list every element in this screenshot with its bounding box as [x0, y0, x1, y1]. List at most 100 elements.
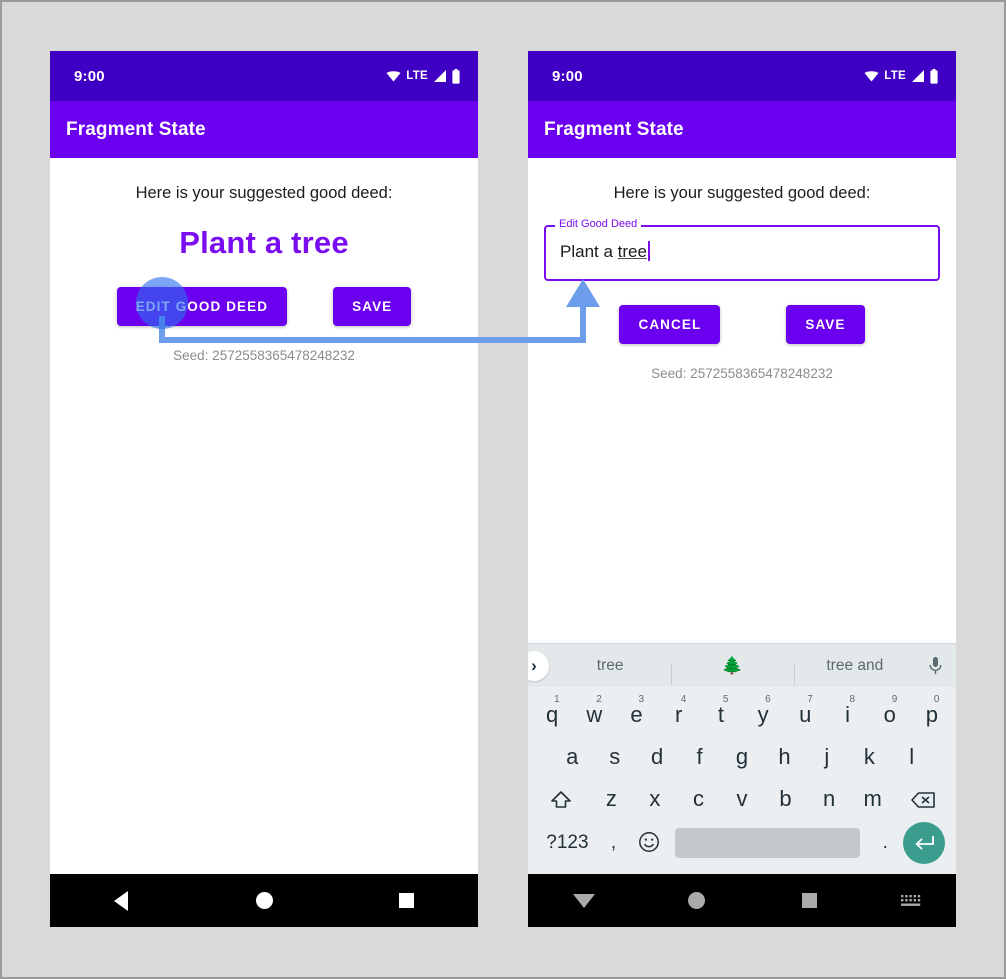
period-key[interactable]: . — [868, 822, 904, 864]
wifi-icon — [864, 70, 879, 81]
backspace-icon[interactable] — [894, 778, 951, 820]
nav-recents-button[interactable] — [335, 893, 478, 908]
save-button[interactable]: SAVE — [333, 287, 412, 326]
nav-bar-right — [528, 874, 956, 927]
key-num-5: 5 — [722, 694, 729, 705]
key-v[interactable]: v — [720, 778, 764, 820]
battery-icon — [930, 68, 938, 84]
save-button[interactable]: SAVE — [786, 305, 865, 344]
seed-label: Seed: 2572558365478248232 — [173, 348, 355, 363]
key-u[interactable]: u7 — [784, 694, 826, 736]
key-num-8: 8 — [849, 694, 856, 705]
nav-keyboard-switch-button[interactable] — [866, 894, 956, 908]
key-k[interactable]: k — [848, 736, 890, 778]
key-num-0: 0 — [933, 694, 940, 705]
battery-icon — [452, 68, 460, 84]
key-num-2: 2 — [596, 694, 602, 705]
seed-label: Seed: 2572558365478248232 — [651, 366, 833, 381]
key-g[interactable]: g — [721, 736, 763, 778]
key-c[interactable]: c — [677, 778, 721, 820]
page-title: Fragment State — [66, 118, 206, 140]
key-y[interactable]: y6 — [742, 694, 784, 736]
signal-icon — [434, 70, 446, 82]
button-row-left: EDIT GOOD DEED SAVE — [50, 287, 478, 326]
keyboard-row-2: asdfghjkl — [531, 736, 953, 778]
value-prefix: Plant a — [560, 242, 618, 261]
nav-home-button[interactable] — [641, 892, 754, 909]
keyboard-row-3: zxcvbnm — [531, 778, 953, 820]
suggestion-prompt: Here is your suggested good deed: — [613, 184, 871, 202]
soft-keyboard: › tree 🌲 tree and q1w2e3r4t5y6u7i8o9p0 a… — [528, 643, 956, 874]
back-triangle-icon — [114, 890, 129, 911]
key-t[interactable]: t5 — [700, 694, 742, 736]
nav-bar-left — [50, 874, 478, 927]
key-x[interactable]: x — [633, 778, 677, 820]
key-e[interactable]: e3 — [615, 694, 657, 736]
network-label: LTE — [406, 70, 428, 82]
emoji-icon[interactable] — [631, 822, 667, 864]
key-n[interactable]: n — [807, 778, 851, 820]
key-num-6: 6 — [765, 694, 771, 705]
edit-good-deed-button[interactable]: EDIT GOOD DEED — [116, 287, 288, 326]
key-b[interactable]: b — [764, 778, 808, 820]
suggestion-item[interactable]: tree and — [793, 657, 916, 686]
chevron-right-icon[interactable]: › — [528, 650, 549, 681]
key-i[interactable]: i8 — [826, 694, 868, 736]
key-o[interactable]: o9 — [869, 694, 911, 736]
good-deed-text: Plant a tree — [179, 225, 349, 260]
app-bar-right: Fragment State — [528, 101, 956, 158]
signal-icon — [912, 70, 924, 82]
key-num-7: 7 — [807, 694, 813, 705]
key-a[interactable]: a — [551, 736, 593, 778]
key-z[interactable]: z — [590, 778, 634, 820]
key-m[interactable]: m — [851, 778, 895, 820]
phone-screen-right: 9:00 LTE Fragment State Here is your sug… — [528, 51, 956, 927]
nav-recents-button[interactable] — [753, 893, 866, 908]
microphone-icon[interactable] — [916, 656, 956, 676]
home-circle-icon — [688, 892, 706, 909]
status-clock: 9:00 — [552, 67, 583, 85]
shift-icon[interactable] — [533, 778, 590, 820]
enter-icon[interactable] — [903, 822, 946, 864]
key-j[interactable]: j — [806, 736, 848, 778]
spacebar[interactable] — [674, 828, 860, 858]
suggestion-item-emoji[interactable]: 🌲 — [671, 656, 793, 685]
key-f[interactable]: f — [678, 736, 720, 778]
suggestion-item[interactable]: tree — [549, 657, 671, 675]
key-p[interactable]: p0 — [911, 694, 953, 736]
phone-screen-left: 9:00 LTE Fragment State Here is your sug… — [50, 51, 478, 927]
comma-key[interactable]: , — [596, 822, 632, 864]
nav-back-button[interactable] — [50, 890, 193, 911]
key-r[interactable]: r4 — [658, 694, 700, 736]
key-num-9: 9 — [891, 694, 898, 705]
key-w[interactable]: w2 — [573, 694, 615, 736]
nav-dismiss-keyboard-button[interactable] — [528, 893, 641, 908]
nav-home-button[interactable] — [193, 892, 336, 909]
keyboard-keys: q1w2e3r4t5y6u7i8o9p0 asdfghjkl zxcvbnm ?… — [528, 687, 956, 874]
key-num-4: 4 — [680, 694, 687, 705]
button-row-right: CANCEL SAVE — [528, 305, 956, 344]
key-s[interactable]: s — [593, 736, 635, 778]
value-underlined: tree — [617, 242, 647, 261]
wifi-icon — [386, 70, 401, 81]
edit-good-deed-field[interactable]: Edit Good Deed Plant a tree — [544, 217, 940, 281]
cancel-button[interactable]: CANCEL — [619, 305, 721, 344]
suggestion-prompt: Here is your suggested good deed: — [135, 184, 393, 202]
recents-square-icon — [802, 893, 818, 908]
status-icons: LTE — [864, 68, 938, 84]
symbols-key[interactable]: ?123 — [539, 822, 596, 864]
key-d[interactable]: d — [636, 736, 678, 778]
keyboard-row-4: ?123 , . — [531, 820, 953, 866]
dismiss-keyboard-triangle-icon — [573, 893, 596, 908]
keyboard-row-1: q1w2e3r4t5y6u7i8o9p0 — [531, 694, 953, 736]
page-title: Fragment State — [544, 118, 684, 140]
content-left: Here is your suggested good deed: Plant … — [50, 158, 478, 871]
network-label: LTE — [884, 70, 906, 82]
status-bar-left: 9:00 LTE — [50, 51, 478, 101]
keyboard-switch-icon — [900, 894, 921, 906]
suggestion-strip: › tree 🌲 tree and — [528, 643, 956, 687]
key-num-3: 3 — [638, 694, 645, 705]
key-l[interactable]: l — [891, 736, 933, 778]
key-h[interactable]: h — [763, 736, 805, 778]
key-q[interactable]: q1 — [531, 694, 573, 736]
